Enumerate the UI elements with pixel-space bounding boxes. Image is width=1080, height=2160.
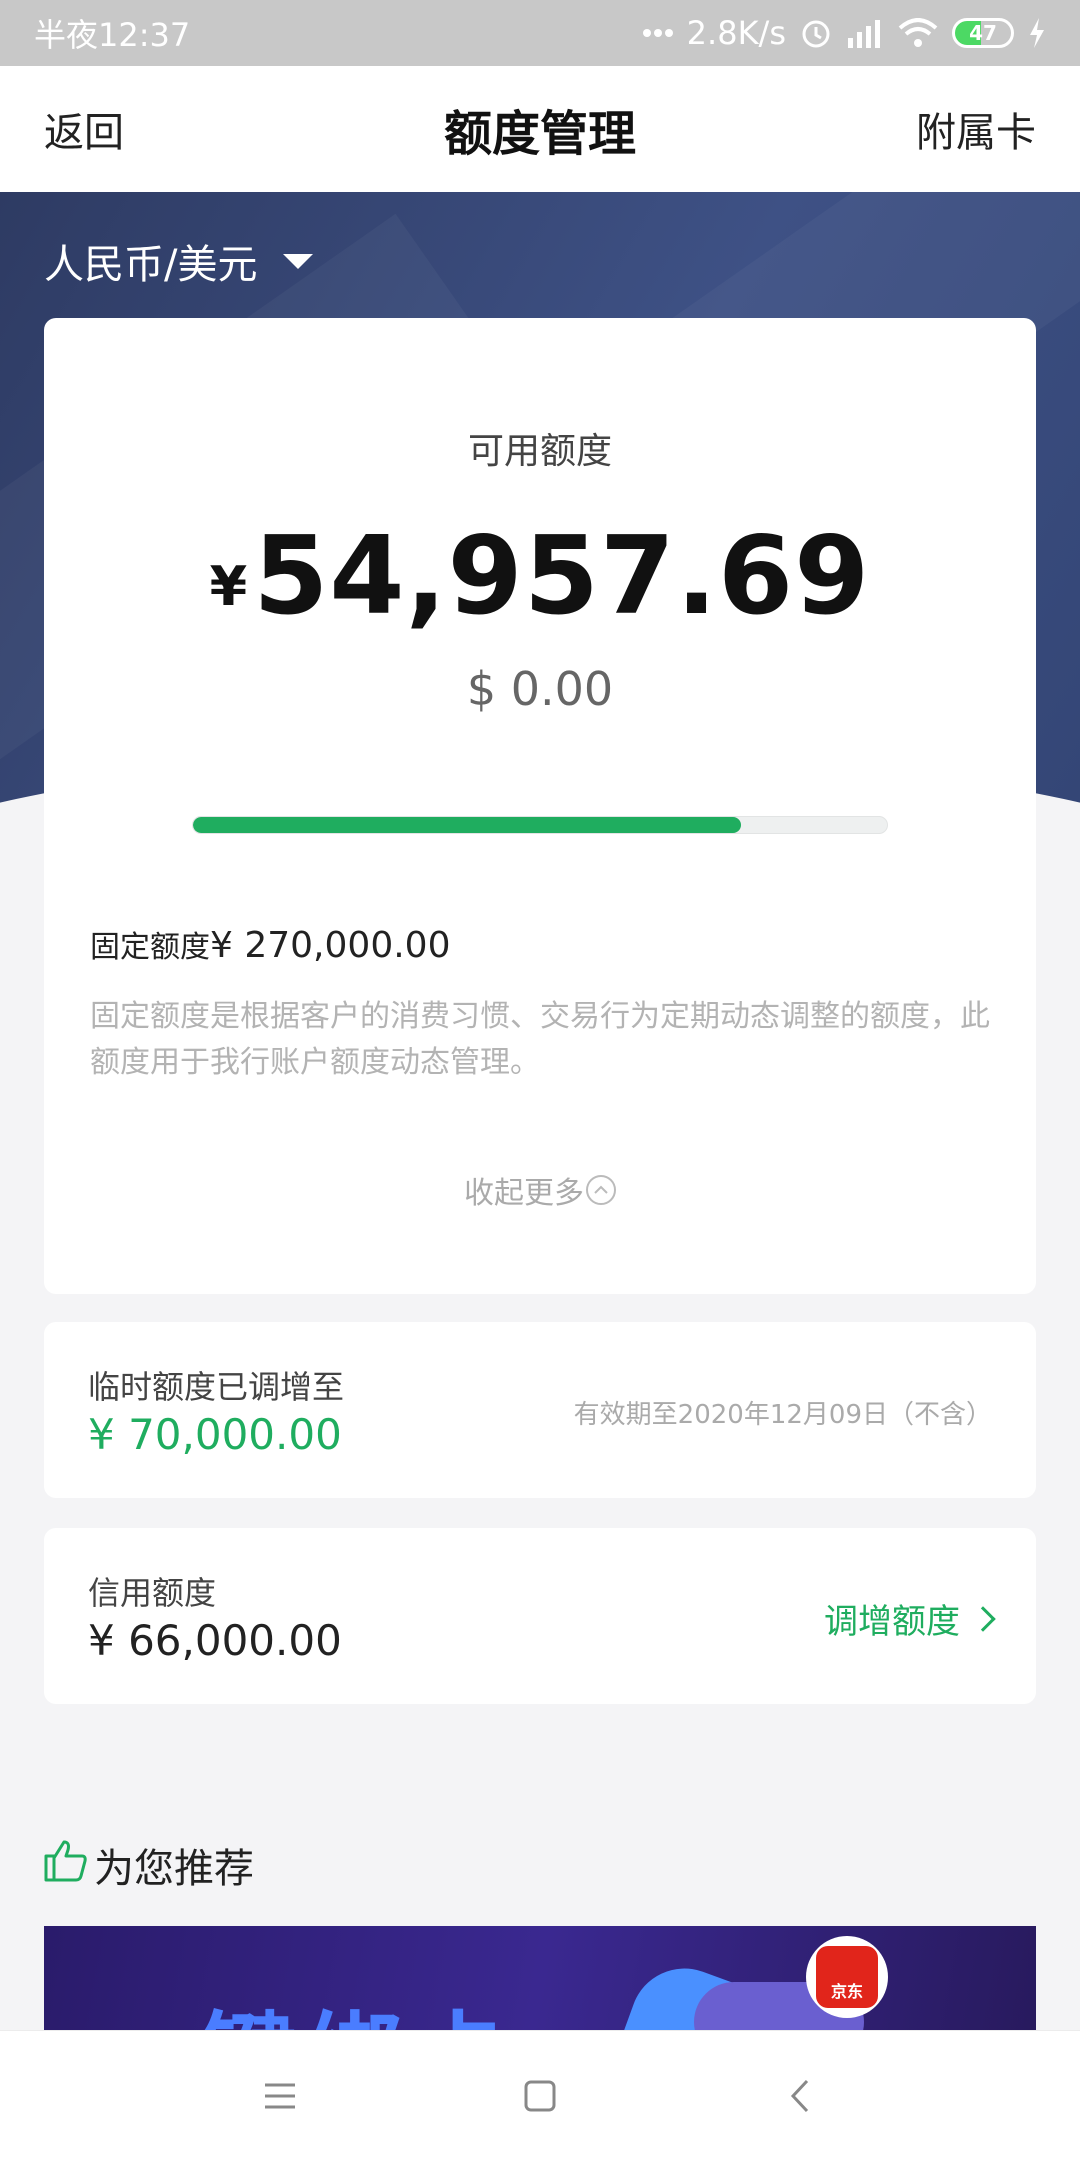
alarm-icon (800, 17, 832, 49)
credit-usage-fill (193, 817, 742, 833)
chevron-right-icon (970, 1605, 996, 1632)
recommend-title: 为您推荐 (94, 1846, 254, 1892)
currency-label: 人民币/美元 (44, 242, 258, 288)
home-button[interactable] (500, 2056, 580, 2136)
back-arrow-icon (790, 2079, 809, 2112)
banner-headline: 一键绑卡 (94, 1980, 518, 2030)
available-amount-value: 54,957.69 (253, 514, 871, 639)
fixed-credit-label: 固定额度 (90, 930, 210, 965)
available-credit-label: 可用额度 (467, 431, 612, 472)
battery-icon: 47 (952, 18, 1014, 48)
recommend-header: 为您推荐 (42, 1836, 254, 1894)
fixed-credit-line: 固定额度 ¥ 270,000.00 (90, 922, 450, 966)
battery-level: 47 (969, 21, 997, 45)
credit-limit-amount: ¥ 66,000.00 (88, 1616, 342, 1665)
status-icons: 2.8K/s 47 (642, 14, 1046, 52)
available-credit-amount: ¥54,957.69 (44, 514, 1036, 639)
credit-usage-bar (192, 816, 888, 834)
currency-symbol: ¥ (209, 555, 248, 618)
promo-banner[interactable]: 一键绑卡 京东 (44, 1926, 1036, 2030)
fixed-credit-amount: ¥ 270,000.00 (210, 925, 451, 966)
temporary-credit-validity: 有效期至2020年12月09日（不含） (573, 1400, 992, 1430)
collapse-more-label: 收起更多 (464, 1176, 584, 1211)
jd-logo-icon: 京东 (806, 1936, 888, 2018)
caret-down-icon (283, 253, 314, 269)
home-square-icon (524, 2080, 556, 2111)
currency-selector[interactable]: 人民币/美元 (44, 232, 314, 290)
jd-badge-label: 京东 (830, 1982, 863, 2001)
thumbs-up-icon (42, 1836, 90, 1894)
collapse-more-button[interactable]: 收起更多 (44, 1168, 1036, 1212)
signal-icon (846, 18, 884, 48)
temporary-credit-label: 临时额度已调增至 (88, 1368, 345, 1406)
available-credit-card: 可用额度 ¥54,957.69 $ 0.00 固定额度 ¥ 270,000.00… (44, 318, 1036, 1294)
chevron-up-icon (586, 1175, 616, 1205)
back-button[interactable]: 返回 (44, 100, 124, 158)
increase-credit-label: 调增额度 (824, 1602, 960, 1642)
menu-button[interactable] (240, 2056, 320, 2136)
usd-amount: $ 0.00 (466, 662, 614, 716)
system-navigation-bar (0, 2030, 1080, 2160)
credit-limit-label: 信用额度 (88, 1574, 217, 1612)
status-bar: 半夜12:37 2.8K/s 47 (0, 0, 1080, 66)
wifi-icon (898, 18, 938, 48)
charging-icon (1028, 18, 1046, 48)
dots-icon (642, 28, 673, 38)
fixed-credit-description: 固定额度是根据客户的消费习惯、交易行为定期动态调整的额度，此额度用于我行账户额度… (90, 999, 990, 1080)
network-speed: 2.8K/s (686, 14, 786, 52)
status-time: 半夜12:37 (34, 16, 191, 54)
temporary-credit-card: 临时额度已调增至 ¥ 70,000.00 有效期至2020年12月09日（不含） (44, 1322, 1036, 1498)
supplementary-card-button[interactable]: 附属卡 (916, 100, 1036, 158)
credit-limit-card: 信用额度 ¥ 66,000.00 调增额度 (44, 1528, 1036, 1704)
menu-icon (265, 2083, 295, 2108)
increase-credit-button[interactable]: 调增额度 (824, 1594, 996, 1643)
temporary-credit-amount: ¥ 70,000.00 (88, 1410, 342, 1459)
back-nav-button[interactable] (760, 2056, 840, 2136)
nav-bar: 返回 额度管理 附属卡 (0, 66, 1080, 192)
